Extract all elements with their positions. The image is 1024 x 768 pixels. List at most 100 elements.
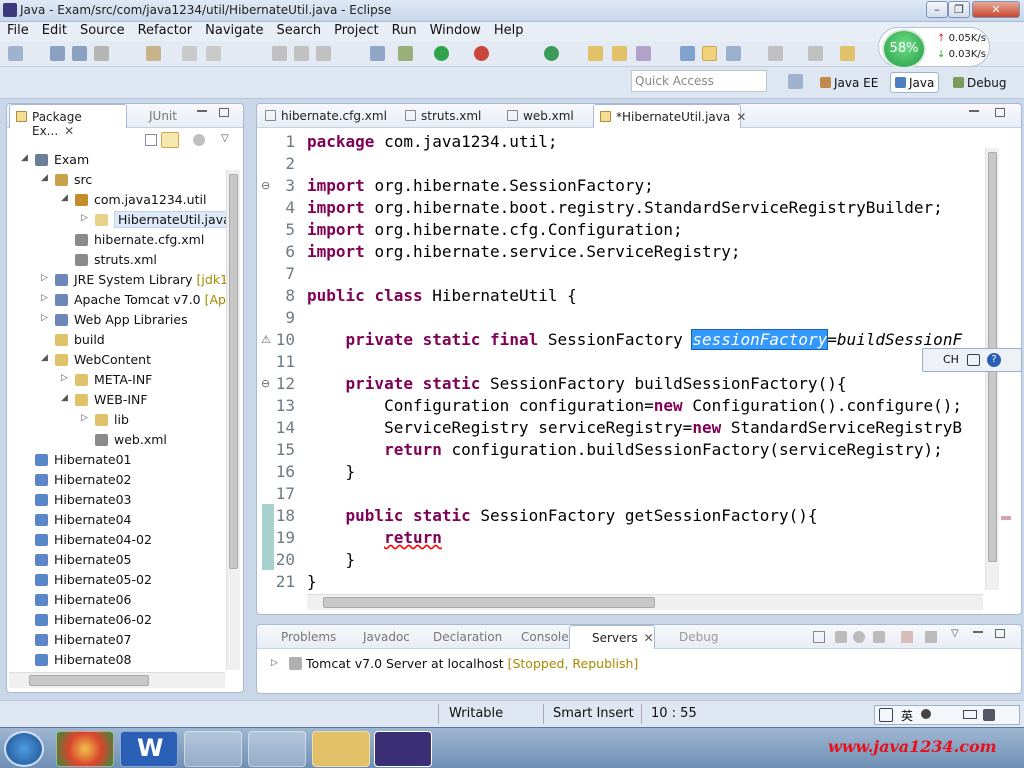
code-line[interactable]: } (307, 462, 356, 481)
mark-occurrences-icon[interactable] (702, 46, 717, 61)
menu-window[interactable]: Window (423, 22, 487, 38)
tree-item[interactable]: Hibernate08 (7, 650, 227, 670)
perspective-debug[interactable]: Debug (948, 72, 1011, 93)
tree-item[interactable]: Hibernate03 (7, 490, 227, 510)
tree-item[interactable]: web.xml (7, 430, 227, 450)
tab-servers[interactable]: Servers ✕ (569, 625, 655, 649)
tree-item[interactable]: ▷ HibernateUtil.java (7, 210, 227, 230)
menu-file[interactable]: File (0, 22, 35, 38)
close-icon[interactable]: ✕ (644, 631, 654, 645)
start-button[interactable] (4, 731, 44, 767)
tab-javadoc[interactable]: Javadoc (341, 625, 418, 649)
restore-button[interactable]: ❐ (948, 1, 970, 18)
collapse-icon[interactable] (813, 631, 825, 643)
menu-edit[interactable]: Edit (35, 22, 73, 38)
expand-arrow-icon[interactable]: ◢ (61, 193, 68, 203)
expand-arrow-icon[interactable]: ▷ (271, 658, 278, 668)
expand-arrow-icon[interactable]: ▷ (41, 293, 48, 303)
expand-arrow-icon[interactable]: ◢ (41, 353, 48, 363)
tab-junit[interactable]: JUnit (127, 104, 185, 128)
next-annotation-icon[interactable] (680, 46, 695, 61)
expand-arrow-icon[interactable]: ▷ (81, 413, 88, 423)
open-type-icon[interactable] (588, 46, 603, 61)
editor-hscroll-thumb[interactable] (323, 597, 655, 608)
code-line[interactable]: package com.java1234.util; (307, 132, 557, 151)
maximize-editor-icon[interactable] (995, 108, 1005, 117)
maximize-view-icon[interactable] (219, 108, 229, 117)
link-with-editor-icon[interactable] (161, 132, 179, 148)
chevron-down-icon[interactable]: ▽ (951, 628, 959, 639)
tab-hibernateutil-java[interactable]: *HibernateUtil.java ✕ (593, 104, 746, 128)
minimize-editor-icon[interactable] (969, 110, 979, 112)
menu-refactor[interactable]: Refactor (131, 22, 199, 38)
save-icon[interactable] (50, 46, 65, 61)
run-icon[interactable] (434, 46, 449, 61)
suspend-icon[interactable] (294, 46, 309, 61)
print-icon[interactable] (94, 46, 109, 61)
code-line[interactable]: public class HibernateUtil { (307, 286, 577, 305)
close-icon[interactable]: ✕ (64, 124, 74, 138)
perspective-java-ee[interactable]: Java EE (815, 72, 883, 93)
taskbar-app-terminal[interactable] (184, 731, 242, 767)
code-line[interactable]: import org.hibernate.SessionFactory; (307, 176, 654, 195)
taskbar-app-wps[interactable]: W (120, 731, 178, 767)
debug-server-icon[interactable] (835, 631, 847, 643)
view-menu-icon[interactable] (193, 134, 205, 146)
quick-access-input[interactable]: Quick Access (631, 70, 767, 92)
code-line[interactable]: return (307, 528, 442, 547)
keyboard-icon[interactable] (963, 710, 977, 719)
tab-problems[interactable]: Problems (259, 625, 344, 649)
tree-item[interactable]: ◢ Exam (7, 150, 227, 170)
tree-horizontal-scrollbar[interactable] (9, 672, 225, 688)
skip-breakpoints-icon[interactable] (370, 46, 385, 61)
code-line[interactable]: private static SessionFactory buildSessi… (307, 374, 847, 393)
ime-chinese-indicator[interactable]: 英 (901, 707, 913, 724)
tree-vertical-scrollbar[interactable] (226, 170, 240, 670)
code-line[interactable]: private static final SessionFactory sess… (307, 329, 962, 350)
expand-arrow-icon[interactable]: ◢ (21, 153, 28, 163)
expand-arrow-icon[interactable]: ▷ (41, 273, 48, 283)
stop-server-icon[interactable] (901, 631, 913, 643)
code-line[interactable]: public static SessionFactory getSessionF… (307, 506, 818, 525)
expand-arrow-icon[interactable]: ◢ (41, 173, 48, 183)
code-line[interactable]: Configuration configuration=new Configur… (307, 396, 962, 415)
editor-horizontal-scrollbar[interactable] (307, 594, 983, 610)
minimize-bottom-icon[interactable] (973, 631, 983, 633)
debug-icon[interactable] (398, 46, 413, 61)
tab-package-explorer[interactable]: Package Ex... ✕ (9, 104, 127, 138)
open-task-icon[interactable] (612, 46, 627, 61)
tab-web-xml[interactable]: web.xml (501, 104, 582, 128)
taskbar-app-explorer[interactable] (312, 731, 370, 767)
run-external-icon[interactable] (474, 46, 489, 61)
redo-icon[interactable] (206, 46, 221, 61)
code-line[interactable]: import org.hibernate.service.ServiceRegi… (307, 242, 740, 261)
tab-debug[interactable]: Debug (657, 625, 726, 649)
minimize-button[interactable]: – (926, 1, 948, 18)
block-selection-icon[interactable] (726, 46, 741, 61)
menu-project[interactable]: Project (327, 22, 384, 38)
expand-arrow-icon[interactable]: ◢ (61, 393, 68, 403)
menu-help[interactable]: Help (487, 22, 530, 38)
tab-console[interactable]: Console (499, 625, 577, 649)
code-line[interactable]: import org.hibernate.cfg.Configuration; (307, 220, 683, 239)
expand-arrow-icon[interactable]: ▷ (61, 373, 68, 383)
code-area[interactable]: package com.java1234.util; import org.hib… (257, 128, 985, 594)
server-entry[interactable]: Tomcat v7.0 Server at localhost [Stopped… (306, 656, 638, 671)
tree-item[interactable]: ▷ Apache Tomcat v7.0 [Apa (7, 290, 227, 310)
open-perspective-icon[interactable] (788, 74, 803, 89)
tree-item[interactable]: ◢ com.java1234.util (7, 190, 227, 210)
taskbar-app-chrome[interactable] (56, 731, 114, 767)
tools-icon[interactable] (983, 709, 995, 721)
maximize-bottom-icon[interactable] (995, 629, 1005, 638)
moon-icon[interactable] (921, 709, 931, 719)
tree-item[interactable]: Hibernate02 (7, 470, 227, 490)
code-line[interactable]: } (307, 572, 317, 591)
close-window-button[interactable]: ✕ (972, 1, 1020, 18)
tree-item[interactable]: build (7, 330, 227, 350)
undo-icon[interactable] (182, 46, 197, 61)
perspective-java[interactable]: Java (890, 72, 940, 93)
menu-navigate[interactable]: Navigate (198, 22, 269, 38)
tree-scroll-thumb[interactable] (229, 174, 238, 569)
resume-icon[interactable] (272, 46, 287, 61)
close-icon[interactable]: ✕ (736, 110, 746, 124)
